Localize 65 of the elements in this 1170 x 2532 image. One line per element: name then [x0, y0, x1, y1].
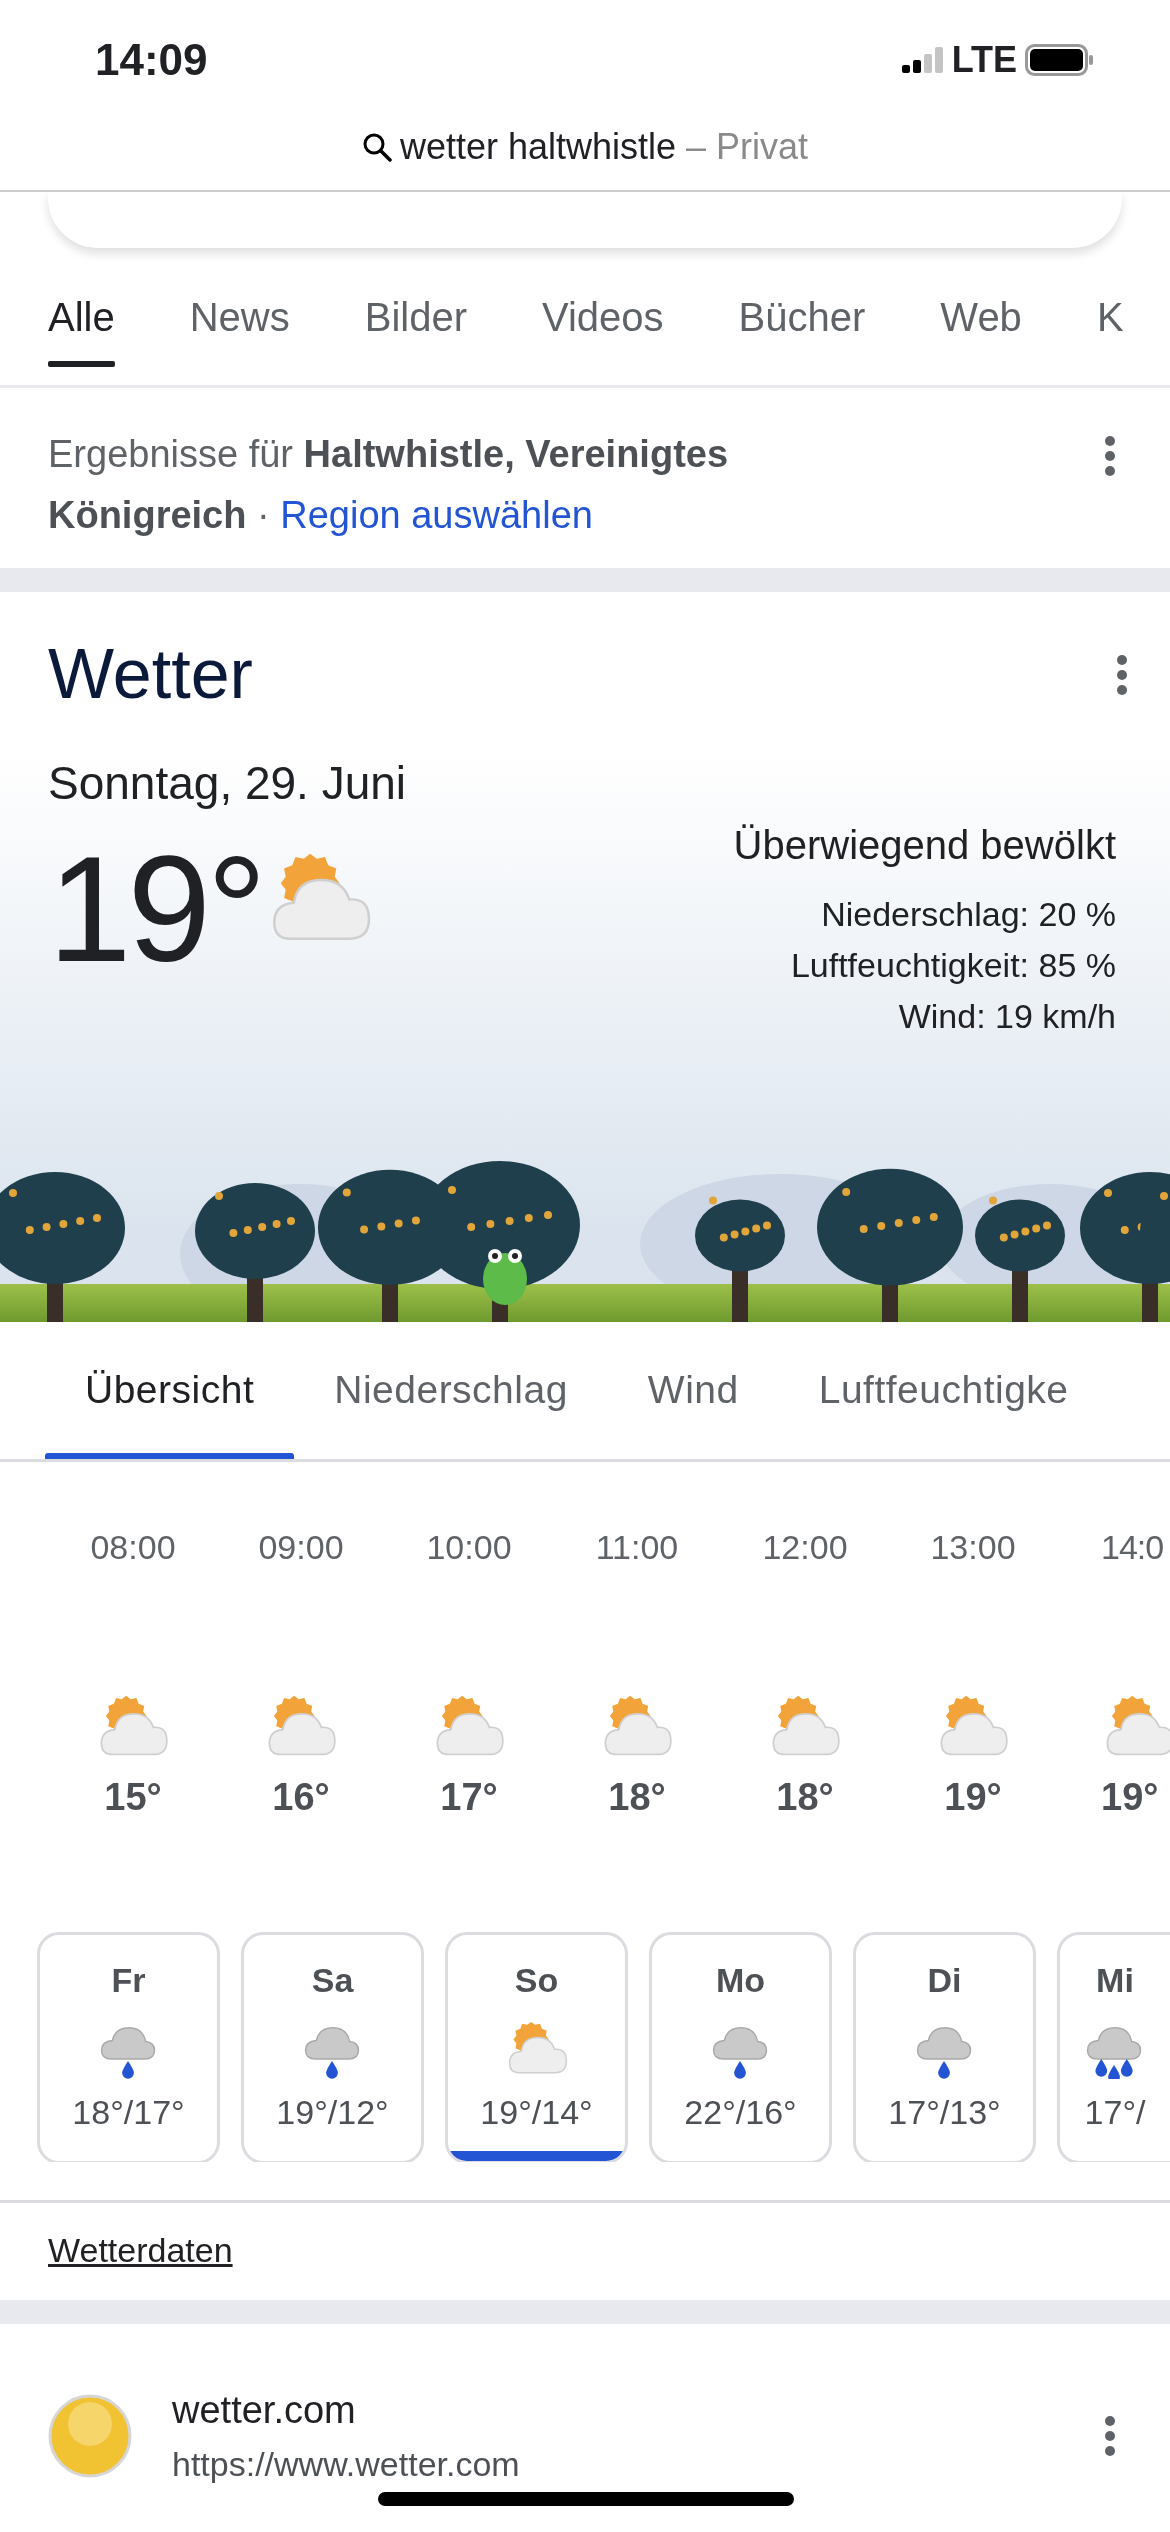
- day-temperatures: 17°/13°: [888, 2091, 1001, 2133]
- weather-date: Sonntag, 29. Juni: [48, 756, 407, 811]
- weather-detail: Wind: 19 km/h: [897, 996, 1116, 1037]
- hour-temperature: 17°: [440, 1775, 498, 1821]
- more-options-icon[interactable]: [1104, 436, 1116, 476]
- hour-label: 12:00: [762, 1527, 848, 1568]
- search-tab[interactable]: Web: [940, 248, 1022, 385]
- region-link[interactable]: Region auswählen: [280, 494, 593, 536]
- day-name: So: [514, 1960, 559, 2001]
- hour-temperature: 18°: [776, 1775, 834, 1821]
- weather-tab[interactable]: Übersicht: [45, 1322, 295, 1459]
- results-note: Ergebnisse für Haltwhistle, Vereinigtes Königreich · Region auswählen: [48, 432, 730, 538]
- signal-icon: [901, 47, 944, 73]
- hour-label: 11:00: [595, 1527, 679, 1568]
- day-temperatures: 19°/12°: [276, 2091, 389, 2133]
- weather-detail: Niederschlag: 20 %: [820, 894, 1116, 935]
- hour-temperature: 19°: [944, 1775, 1002, 1821]
- weather-detail: Luftfeuchtigkeit: 85 %: [789, 945, 1116, 986]
- weather-tab[interactable]: Wind: [607, 1322, 779, 1459]
- status-time: 14:09: [95, 34, 208, 86]
- network-label: LTE: [951, 38, 1017, 82]
- site-url: https://www.wetter.com: [172, 2444, 521, 2485]
- day-name: Mo: [715, 1960, 766, 2001]
- search-tab[interactable]: K: [1096, 248, 1124, 385]
- day-card[interactable]: Sa 19°/12°: [241, 1932, 424, 2162]
- hour-label: 13:00: [930, 1527, 1016, 1568]
- hour-label: 08:00: [90, 1527, 176, 1568]
- weather-condition: Überwiegend bewölkt: [733, 822, 1116, 869]
- current-temperature: 19°: [48, 834, 263, 984]
- address-text[interactable]: wetter haltwhistle – Privat: [399, 120, 809, 174]
- day-card[interactable]: Fr 18°/17°: [37, 1932, 220, 2162]
- search-icon: [361, 132, 392, 162]
- hour-label: 09:00: [258, 1527, 344, 1568]
- weather-tab[interactable]: Niederschlag: [294, 1322, 608, 1459]
- search-tab[interactable]: Bücher: [738, 248, 866, 385]
- hour-temperature: 19°: [1101, 1775, 1159, 1821]
- more-options-icon[interactable]: [1116, 654, 1128, 695]
- search-tab[interactable]: Bilder: [364, 248, 467, 385]
- more-options-icon[interactable]: [1104, 2416, 1116, 2456]
- day-temperatures: 18°/17°: [72, 2091, 185, 2133]
- hour-temperature: 18°: [608, 1775, 666, 1821]
- day-temperatures: 22°/16°: [684, 2091, 797, 2133]
- day-name: Fr: [111, 1960, 146, 2001]
- weather-data-link[interactable]: Wetterdaten: [48, 2231, 233, 2269]
- day-temperatures: 17°/: [1084, 2091, 1146, 2133]
- day-card[interactable]: Mi 17°/: [1057, 1932, 1170, 2162]
- battery-icon: [1025, 44, 1095, 76]
- day-card[interactable]: Mo 22°/16°: [649, 1932, 832, 2162]
- hour-temperature: 15°: [104, 1775, 162, 1821]
- hour-temperature: 16°: [272, 1775, 330, 1821]
- day-card[interactable]: Di 17°/13°: [853, 1932, 1036, 2162]
- weather-title: Wetter: [48, 634, 253, 715]
- site-name: wetter.com: [172, 2388, 357, 2433]
- day-card[interactable]: So 19°/14°: [445, 1932, 628, 2162]
- hour-label: 14:0: [1101, 1527, 1164, 1568]
- search-tab[interactable]: News: [189, 248, 290, 385]
- weather-tab[interactable]: Luftfeuchtigke: [778, 1322, 1109, 1459]
- hour-label: 10:00: [426, 1527, 512, 1568]
- site-logo-icon: [48, 2394, 132, 2478]
- day-temperatures: 19°/14°: [480, 2091, 593, 2133]
- day-name: Sa: [311, 1960, 354, 2001]
- search-tab[interactable]: Videos: [542, 248, 664, 385]
- day-name: Di: [927, 1960, 962, 2001]
- search-tab[interactable]: Alle: [48, 248, 115, 385]
- day-name: Mi: [1096, 1960, 1134, 2001]
